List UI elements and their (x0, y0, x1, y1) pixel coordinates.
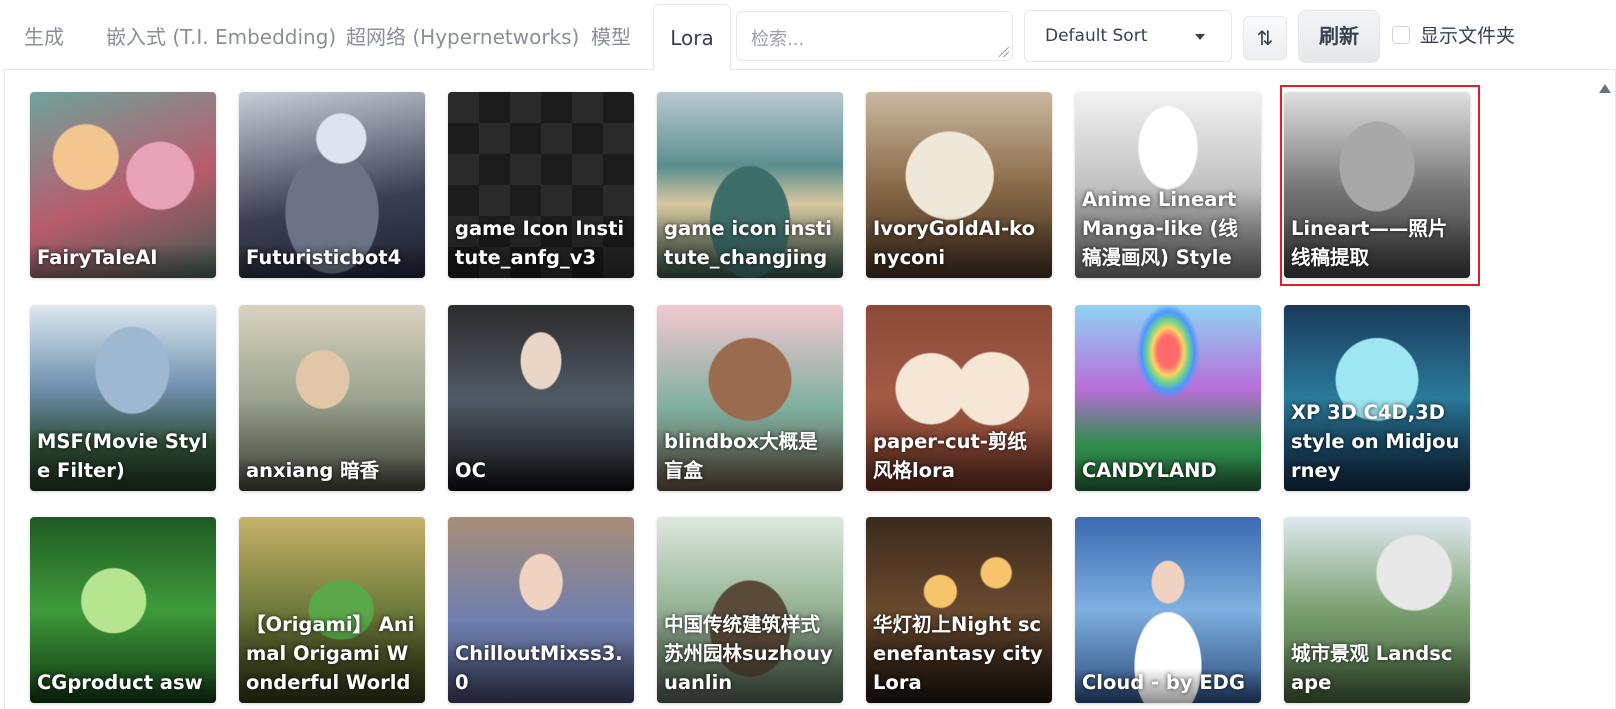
tab-checkpoints[interactable]: 模型 (591, 0, 631, 70)
lora-card-title: Lineart——照片线稿提取 (1284, 214, 1470, 278)
lora-card-title: OC (448, 456, 634, 491)
lora-card-title: FairyTaleAI (30, 243, 216, 278)
resize-grip-icon[interactable] (999, 47, 1009, 57)
lora-card-title: anxiang 暗香 (239, 456, 425, 491)
lora-card-title: XP 3D C4D,3D style on Midjourney (1284, 398, 1470, 491)
lora-card[interactable]: game icon institute_changjing (657, 92, 843, 278)
lora-card[interactable]: Lineart——照片线稿提取 (1284, 92, 1470, 278)
top-bar: 生成 嵌入式 (T.I. Embedding) 超网络 (Hypernetwor… (0, 0, 1616, 70)
lora-card[interactable]: MSF(Movie Style Filter) (30, 305, 216, 491)
lora-card[interactable]: paper-cut-剪纸风格lora (866, 305, 1052, 491)
lora-card-title: 【Origami】 Animal Origami Wonderful World (239, 610, 425, 703)
lora-card[interactable]: game Icon Institute_anfg_v3 (448, 92, 634, 278)
sort-direction-icon: ⇅ (1256, 26, 1274, 50)
scroll-up-arrow-icon[interactable] (1599, 84, 1611, 93)
refresh-button[interactable]: 刷新 (1298, 10, 1380, 63)
lora-card-title: CANDYLAND (1075, 456, 1261, 491)
lora-card-title: IvoryGoldAI-konyconi (866, 214, 1052, 278)
lora-card-title: CGproduct asw (30, 668, 216, 703)
tab-textual-inversion[interactable]: 嵌入式 (T.I. Embedding) (106, 0, 336, 70)
lora-card-title: 城市景观 Landscape (1284, 639, 1470, 703)
lora-card-title: Anime Lineart Manga-like (线稿漫画风) Style (1075, 185, 1261, 278)
lora-card[interactable]: IvoryGoldAI-konyconi (866, 92, 1052, 278)
lora-card[interactable]: Cloud - by EDG (1075, 517, 1261, 703)
lora-card-title: blindbox大概是盲盒 (657, 427, 843, 491)
lora-card-title: Futuristicbot4 (239, 243, 425, 278)
sort-direction-button[interactable]: ⇅ (1243, 16, 1287, 60)
chevron-down-icon (1195, 34, 1205, 40)
tab-lora[interactable]: Lora (653, 4, 731, 70)
lora-card-title: game Icon Institute_anfg_v3 (448, 214, 634, 278)
sort-dropdown[interactable]: Default Sort (1024, 10, 1232, 62)
lora-card-title: paper-cut-剪纸风格lora (866, 427, 1052, 491)
lora-card[interactable]: 华灯初上Night scenefantasy city Lora (866, 517, 1052, 703)
lora-card[interactable]: Futuristicbot4 (239, 92, 425, 278)
lora-card-title: game icon institute_changjing (657, 214, 843, 278)
search-input[interactable]: 检索... (736, 11, 1013, 61)
show-folders-toggle[interactable]: 显示文件夹 (1392, 24, 1515, 48)
lora-card-title: ChilloutMixss3.0 (448, 639, 634, 703)
lora-card[interactable]: CGproduct asw (30, 517, 216, 703)
lora-card[interactable]: anxiang 暗香 (239, 305, 425, 491)
lora-card[interactable]: ChilloutMixss3.0 (448, 517, 634, 703)
show-folders-label: 显示文件夹 (1420, 25, 1516, 47)
sort-selected-label: Default Sort (1045, 26, 1148, 46)
lora-card-title: MSF(Movie Style Filter) (30, 427, 216, 491)
lora-card[interactable]: 【Origami】 Animal Origami Wonderful World (239, 517, 425, 703)
lora-card-title: Cloud - by EDG (1075, 668, 1261, 703)
search-placeholder: 检索... (751, 29, 805, 50)
lora-card[interactable]: FairyTaleAI (30, 92, 216, 278)
lora-card[interactable]: blindbox大概是盲盒 (657, 305, 843, 491)
lora-card[interactable]: 中国传统建筑样式苏州园林suzhouyuanlin (657, 517, 843, 703)
lora-card[interactable]: CANDYLAND (1075, 305, 1261, 491)
tab-generate[interactable]: 生成 (24, 0, 64, 70)
lora-card-title: 中国传统建筑样式苏州园林suzhouyuanlin (657, 610, 843, 703)
lora-card[interactable]: 城市景观 Landscape (1284, 517, 1470, 703)
lora-card[interactable]: OC (448, 305, 634, 491)
lora-card-title: 华灯初上Night scenefantasy city Lora (866, 610, 1052, 703)
tab-hypernetworks[interactable]: 超网络 (Hypernetworks) (346, 0, 579, 70)
show-folders-checkbox[interactable] (1392, 26, 1410, 44)
lora-card[interactable]: Anime Lineart Manga-like (线稿漫画风) Style (1075, 92, 1261, 278)
lora-card[interactable]: XP 3D C4D,3D style on Midjourney (1284, 305, 1470, 491)
